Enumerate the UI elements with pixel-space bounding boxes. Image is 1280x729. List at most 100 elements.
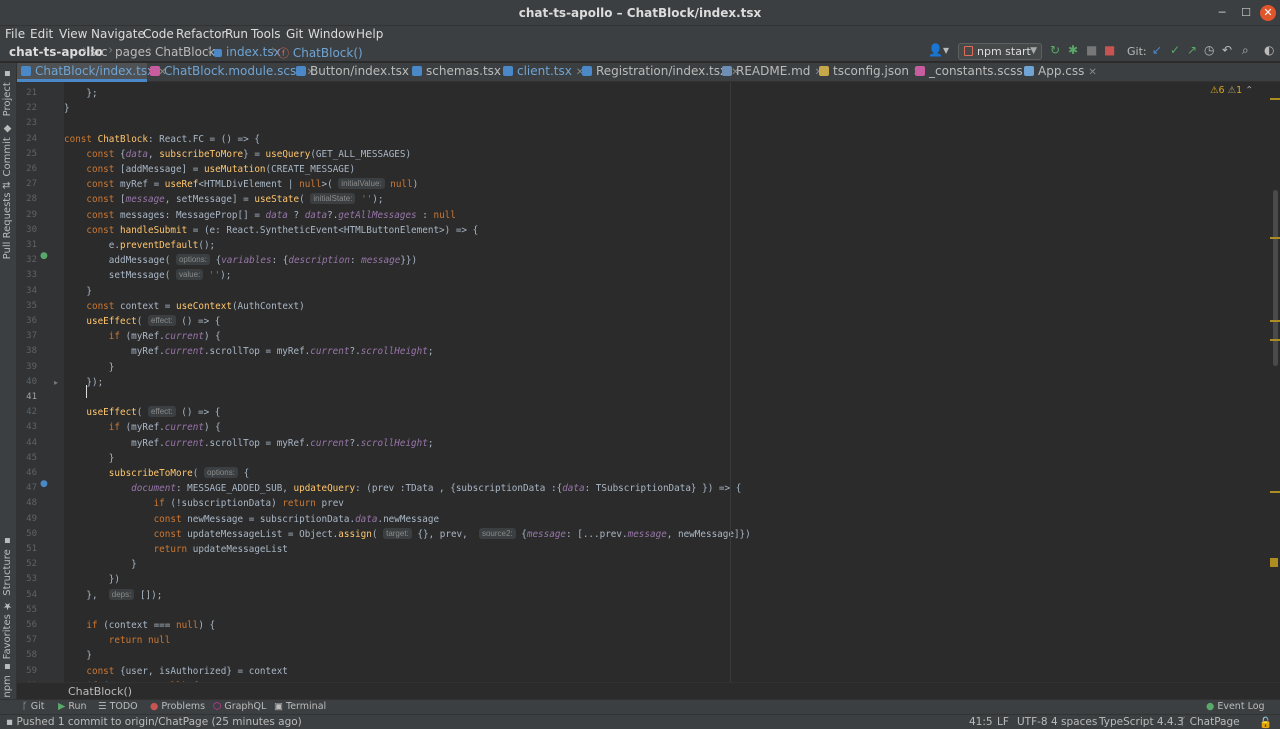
git-update-icon[interactable]: ↙ <box>1152 43 1162 57</box>
warning-stripe[interactable] <box>1270 237 1280 239</box>
menu-file[interactable]: File <box>5 26 25 42</box>
rollback-icon[interactable]: ↶ <box>1222 43 1232 57</box>
line-number: 47 <box>26 483 37 494</box>
tab-schemas[interactable]: schemas.tsx✕ <box>412 63 513 82</box>
lock-icon[interactable]: 🔓 <box>1259 716 1272 729</box>
menu-view[interactable]: View <box>59 26 87 42</box>
graphql-tool-label: GraphQL <box>224 701 267 712</box>
code-line: document: MESSAGE_ADDED_SUB, updateQuery… <box>131 483 742 495</box>
terminal-tool-button[interactable]: ▣ Terminal <box>274 701 326 712</box>
rerun-icon[interactable]: ↻ <box>1050 43 1060 57</box>
line-number: 51 <box>26 544 37 554</box>
debug-icon[interactable]: ✱ <box>1068 43 1078 57</box>
code-editor[interactable]: };} const ChatBlock: React.FC = () => { c… <box>64 82 1270 682</box>
menu-edit[interactable]: Edit <box>30 26 53 42</box>
tab-constants-scss[interactable]: _constants.scss✕ <box>915 63 1035 82</box>
search-icon[interactable]: ⌕ <box>1242 43 1249 58</box>
code-line: const context = useContext(AuthContext) <box>86 300 305 312</box>
close-tab-icon[interactable]: ✕ <box>1088 67 1096 78</box>
menu-run[interactable]: Run <box>225 26 248 42</box>
warning-stripe[interactable] <box>1270 320 1280 322</box>
fold-icon[interactable]: ▸ <box>54 378 58 387</box>
editor-breadcrumb-item[interactable]: ChatBlock() <box>68 685 132 698</box>
tool-window-bar: ᚴ Git ▶ Run ☰ TODO ● Problems ⬡ GraphQL … <box>0 699 1280 714</box>
breadcrumb-pages[interactable]: pages <box>115 45 151 59</box>
code-line: }); <box>64 376 104 388</box>
history-icon[interactable]: ◷ <box>1204 43 1214 57</box>
problems-icon: ● <box>150 701 159 712</box>
git-branch-widget[interactable]: ᚴ ChatPage <box>1180 716 1240 728</box>
git-push-icon[interactable]: ↗ <box>1187 43 1197 57</box>
pull-requests-tool-button[interactable]: Pull Requests ⇅ <box>2 181 13 259</box>
implementation-marker-icon[interactable]: ● <box>40 479 48 489</box>
line-number: 45 <box>26 452 37 463</box>
indent-setting[interactable]: 4 spaces <box>1051 716 1097 728</box>
line-number: 28 <box>26 194 37 205</box>
breadcrumb-project[interactable]: chat-ts-apollo <box>9 45 103 59</box>
tab-readme[interactable]: README.md✕ <box>722 63 823 82</box>
npm-tool-button[interactable]: npm ▪ <box>2 661 13 698</box>
code-line: useEffect( effect: () => { <box>86 406 221 419</box>
tab-tsconfig[interactable]: tsconfig.json✕ <box>819 63 921 82</box>
code-line: } <box>64 452 115 464</box>
breadcrumb-function[interactable]: ⓕ ChatBlock() <box>278 45 363 61</box>
code-line: if (myRef.current) { <box>108 422 221 434</box>
graphql-tool-button[interactable]: ⬡ GraphQL <box>213 701 266 712</box>
menu-window[interactable]: Window <box>308 26 355 42</box>
editor-scrollbar[interactable] <box>1270 82 1280 682</box>
menu-navigate[interactable]: Navigate <box>91 26 145 42</box>
ide-features-icon[interactable]: ◐ <box>1264 43 1274 57</box>
editor-gutter[interactable]: 21 22 23 24 25 26 27 28 29 30 31 32 33 34 35 36 37 38 39 40… <box>17 82 64 691</box>
tab-chatblock-scss[interactable]: ChatBlock.module.scss ✕ <box>150 63 315 82</box>
project-tool-button[interactable]: Project ▪ <box>2 68 13 116</box>
warning-stripe[interactable] <box>1270 339 1280 341</box>
git-commit-icon[interactable]: ✓ <box>1170 43 1180 57</box>
commit-tool-label: Commit <box>2 137 13 177</box>
inspection-widget[interactable]: ⚠6 ⚠1 ⌃ <box>1210 85 1253 96</box>
run-tool-button[interactable]: ▶ Run <box>58 701 87 712</box>
tab-registration-index[interactable]: Registration/index.tsx ✕ <box>582 63 740 82</box>
stop-icon[interactable]: ■ <box>1104 43 1115 57</box>
line-number: 32 <box>26 255 37 266</box>
language-service[interactable]: TypeScript 4.4.3 <box>1099 716 1184 728</box>
tab-app-css[interactable]: App.css ✕ <box>1024 63 1097 82</box>
tab-chatblock-index[interactable]: ChatBlock/index.tsx ✕ <box>17 63 167 82</box>
user-icon[interactable]: 👤▾ <box>928 43 949 57</box>
close-icon[interactable]: ✕ <box>1260 5 1276 21</box>
event-log-button[interactable]: ● Event Log <box>1206 701 1265 712</box>
menu-refactor[interactable]: Refactor <box>176 26 226 42</box>
favorites-tool-button[interactable]: Favorites ★ <box>2 600 13 659</box>
git-tool-label: Git <box>30 701 45 712</box>
menu-git[interactable]: Git <box>286 26 303 42</box>
line-separator[interactable]: LF <box>997 716 1009 728</box>
warning-stripe[interactable] <box>1270 98 1280 100</box>
structure-tool-button[interactable]: Structure ▪ <box>2 535 13 596</box>
todo-tool-button[interactable]: ☰ TODO <box>98 701 138 712</box>
status-message[interactable]: ▪ Pushed 1 commit to origin/ChatPage (25… <box>6 716 302 728</box>
menu-help[interactable]: Help <box>356 26 383 42</box>
weak-warning-count: 1 <box>1236 85 1243 96</box>
chevron-down-icon: ▼ <box>1030 46 1037 56</box>
line-number: 56 <box>26 620 37 630</box>
editor-breadcrumb-bar: ChatBlock() <box>17 682 1280 699</box>
tab-button-index[interactable]: Button/index.tsx✕ <box>296 63 421 82</box>
file-encoding[interactable]: UTF-8 <box>1017 716 1048 728</box>
menu-code[interactable]: Code <box>143 26 174 42</box>
problems-tool-button[interactable]: ● Problems <box>150 701 205 712</box>
caret-position[interactable]: 41:5 <box>969 716 993 728</box>
line-number: 59 <box>26 665 37 676</box>
commit-tool-button[interactable]: Commit ◆ <box>2 123 13 176</box>
implementation-marker-icon[interactable]: ● <box>40 251 48 261</box>
git-tool-button[interactable]: ᚴ Git <box>22 701 44 712</box>
run-configuration-select[interactable]: npm start ▼ <box>958 43 1042 60</box>
warning-stripe[interactable] <box>1270 491 1280 493</box>
code-line: myRef.current.scrollTop = myRef.current?… <box>64 346 434 358</box>
menu-tools[interactable]: Tools <box>251 26 281 42</box>
tab-client[interactable]: client.tsx ✕ <box>503 63 584 82</box>
maximize-icon[interactable]: ☐ <box>1238 5 1254 21</box>
minimize-icon[interactable]: ─ <box>1214 5 1230 21</box>
stop-grey-icon[interactable]: ■ <box>1086 43 1097 57</box>
line-number: 55 <box>26 604 37 615</box>
warning-stripe[interactable] <box>1270 558 1278 567</box>
breadcrumb-src[interactable]: src <box>90 45 108 59</box>
